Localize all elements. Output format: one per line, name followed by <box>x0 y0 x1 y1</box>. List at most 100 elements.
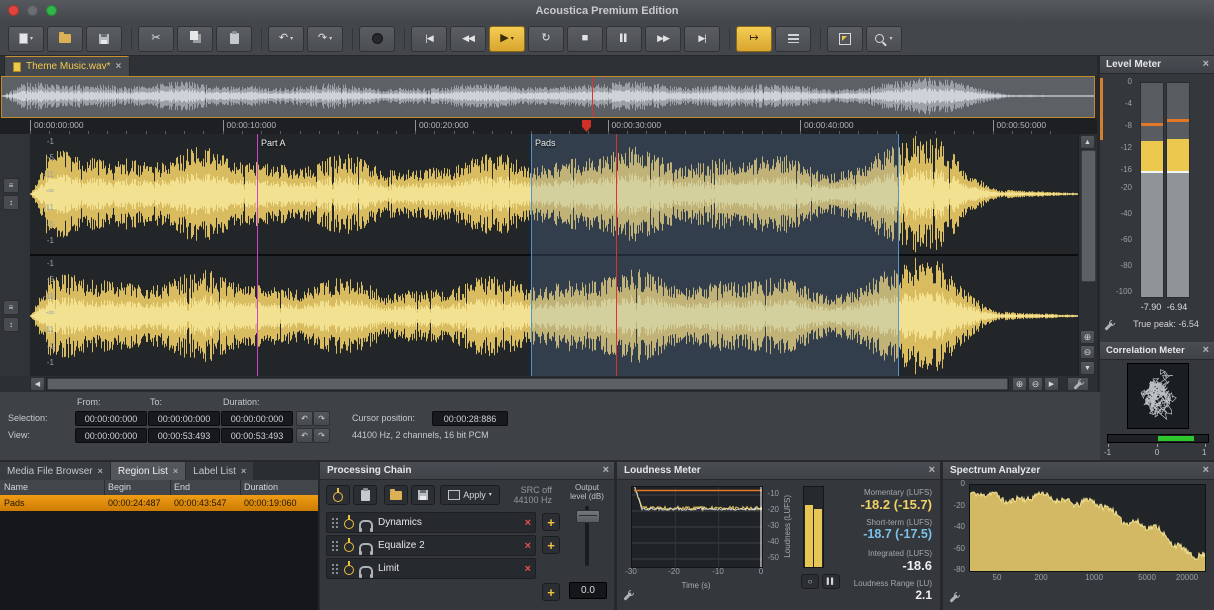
zoom-out-vertical-button[interactable]: ⊖ <box>1080 345 1095 359</box>
titlebar[interactable]: Acoustica Premium Edition <box>0 0 1214 23</box>
processing-chain-titlebar[interactable]: Processing Chain × <box>320 462 614 480</box>
region-list[interactable]: Pads 00:00:24:487 00:00:43:547 00:00:19:… <box>0 495 318 610</box>
label-list-button[interactable] <box>775 26 811 52</box>
selection-undo-button[interactable]: ↶ <box>296 411 313 426</box>
spectrum-analyzer-titlebar[interactable]: Spectrum Analyzer × <box>943 462 1214 480</box>
spectrum-settings-button[interactable] <box>949 590 960 608</box>
new-file-button[interactable]: ▾ <box>8 26 44 52</box>
close-icon[interactable]: × <box>1203 465 1209 476</box>
headphones-icon[interactable] <box>359 520 373 529</box>
fast-forward-button[interactable]: ▶▶ <box>645 26 681 52</box>
output-slider-thumb[interactable] <box>576 510 600 523</box>
selection-duration-field[interactable]: 00:00:00:000 <box>221 411 293 426</box>
remove-effect-icon[interactable]: × <box>525 517 531 529</box>
dropdown-icon[interactable]: ▾ <box>290 36 293 42</box>
dropdown-icon[interactable]: ▾ <box>30 36 33 42</box>
add-effect-button[interactable]: + <box>542 536 560 554</box>
horizontal-scroll-thumb[interactable] <box>47 378 1008 390</box>
selection-redo-button[interactable]: ↷ <box>313 411 330 426</box>
dropdown-icon[interactable]: ▾ <box>329 36 332 42</box>
document-tab[interactable]: Theme Music.wav* × <box>4 56 130 76</box>
close-window-button[interactable] <box>8 5 19 16</box>
overview-waveform[interactable] <box>1 76 1095 118</box>
go-to-end-button[interactable]: ▶| <box>684 26 720 52</box>
close-icon[interactable]: × <box>1203 59 1209 70</box>
horizontal-scroll-track[interactable] <box>46 377 1009 391</box>
redo-button[interactable]: ↷▾ <box>307 26 343 52</box>
selection-tool-button[interactable] <box>827 26 863 52</box>
selection-to-field[interactable]: 00:00:00:000 <box>148 411 220 426</box>
horizontal-scrollbar[interactable]: ◀ ⊕ ⊖ ▶ <box>0 376 1097 393</box>
paste-button[interactable] <box>216 26 252 52</box>
column-name[interactable]: Name <box>4 482 28 492</box>
correlation-meter-titlebar[interactable]: Correlation Meter × <box>1100 342 1214 360</box>
close-icon[interactable]: × <box>1203 345 1209 356</box>
scroll-down-button[interactable]: ▼ <box>1080 361 1095 375</box>
channel2-options-button[interactable]: ≡ <box>3 300 19 315</box>
pause-button[interactable]: ▌▌ <box>606 26 642 52</box>
stop-button[interactable]: ■ <box>567 26 603 52</box>
region-row-pads[interactable]: Pads 00:00:24:487 00:00:43:547 00:00:19:… <box>0 495 318 511</box>
scrub-playback-button[interactable]: ↦ <box>736 26 772 52</box>
add-effect-button[interactable]: + <box>542 583 560 601</box>
tab-region-list[interactable]: Region List × <box>111 462 185 480</box>
region-list-header[interactable]: Name Begin End Duration <box>0 480 318 496</box>
channel1-options-button[interactable]: ≡ <box>3 178 19 193</box>
chain-item-equalize[interactable]: Equalize 2 × <box>326 535 536 556</box>
chain-save-button[interactable] <box>411 485 435 505</box>
scroll-up-button[interactable]: ▲ <box>1080 135 1095 149</box>
level-meter-settings-button[interactable] <box>1104 318 1115 336</box>
output-level-value[interactable]: 0.0 <box>569 582 607 599</box>
column-end[interactable]: End <box>174 482 190 492</box>
waveform-viewport[interactable]: -1-5-11-∞-11-5-1 -1-5-11-∞-11-5-1 Part A… <box>30 134 1078 376</box>
region-start-line[interactable] <box>531 134 532 376</box>
loudness-meter-titlebar[interactable]: Loudness Meter × <box>617 462 940 480</box>
zoom-in-horizontal-button[interactable]: ⊕ <box>1012 377 1027 391</box>
loudness-settings-button[interactable] <box>623 588 634 606</box>
record-button[interactable] <box>359 26 395 52</box>
power-icon[interactable] <box>344 542 354 552</box>
chain-open-button[interactable] <box>384 485 408 505</box>
playhead-line[interactable] <box>616 134 617 376</box>
vertical-scroll-thumb[interactable] <box>1081 150 1096 282</box>
close-icon[interactable]: × <box>603 465 609 476</box>
headphones-icon[interactable] <box>359 543 373 552</box>
loop-button[interactable]: ↻ <box>528 26 564 52</box>
view-redo-button[interactable]: ↷ <box>313 428 330 443</box>
channel2-resize-button[interactable]: ↕ <box>3 317 19 332</box>
cursor-position-field[interactable]: 00:00:28:886 <box>432 411 508 426</box>
dropdown-icon[interactable]: ▾ <box>889 36 892 42</box>
column-duration[interactable]: Duration <box>244 482 278 492</box>
column-begin[interactable]: Begin <box>108 482 131 492</box>
marker-line-part-a[interactable] <box>257 134 258 376</box>
zoom-in-vertical-button[interactable]: ⊕ <box>1080 330 1095 344</box>
selection-region[interactable] <box>531 134 898 376</box>
tab-media-file-browser[interactable]: Media File Browser × <box>0 462 110 480</box>
zoom-out-horizontal-button[interactable]: ⊖ <box>1028 377 1043 391</box>
timeline-ruler[interactable]: 00:00:00:00000:00:10:00000:00:20:00000:0… <box>0 118 1097 135</box>
scroll-left-button[interactable]: ◀ <box>30 377 45 391</box>
power-icon[interactable] <box>344 519 354 529</box>
remove-effect-icon[interactable]: × <box>525 563 531 575</box>
close-tab-icon[interactable]: × <box>241 467 246 476</box>
scrollbar-settings-button[interactable] <box>1067 377 1089 391</box>
marker-label-pads[interactable]: Pads <box>535 138 556 148</box>
close-tab-icon[interactable]: × <box>98 467 103 476</box>
drag-handle-icon[interactable] <box>331 517 339 529</box>
level-meter-titlebar[interactable]: Level Meter × <box>1100 56 1214 74</box>
rewind-button[interactable]: ◀◀ <box>450 26 486 52</box>
tab-label-list[interactable]: Label List × <box>186 462 253 480</box>
save-file-button[interactable] <box>86 26 122 52</box>
close-tab-icon[interactable]: × <box>173 467 178 476</box>
chain-power-button[interactable] <box>326 485 350 505</box>
drag-handle-icon[interactable] <box>331 563 339 575</box>
channel1-resize-button[interactable]: ↕ <box>3 195 19 210</box>
remove-effect-icon[interactable]: × <box>525 540 531 552</box>
chain-item-dynamics[interactable]: Dynamics × <box>326 512 536 533</box>
power-icon[interactable] <box>344 565 354 575</box>
dropdown-icon[interactable]: ▾ <box>511 36 514 42</box>
view-duration-field[interactable]: 00:00:53:493 <box>221 428 293 443</box>
zoom-window-button[interactable] <box>46 5 57 16</box>
region-end-line[interactable] <box>898 134 899 376</box>
selection-from-field[interactable]: 00:00:00:000 <box>75 411 147 426</box>
